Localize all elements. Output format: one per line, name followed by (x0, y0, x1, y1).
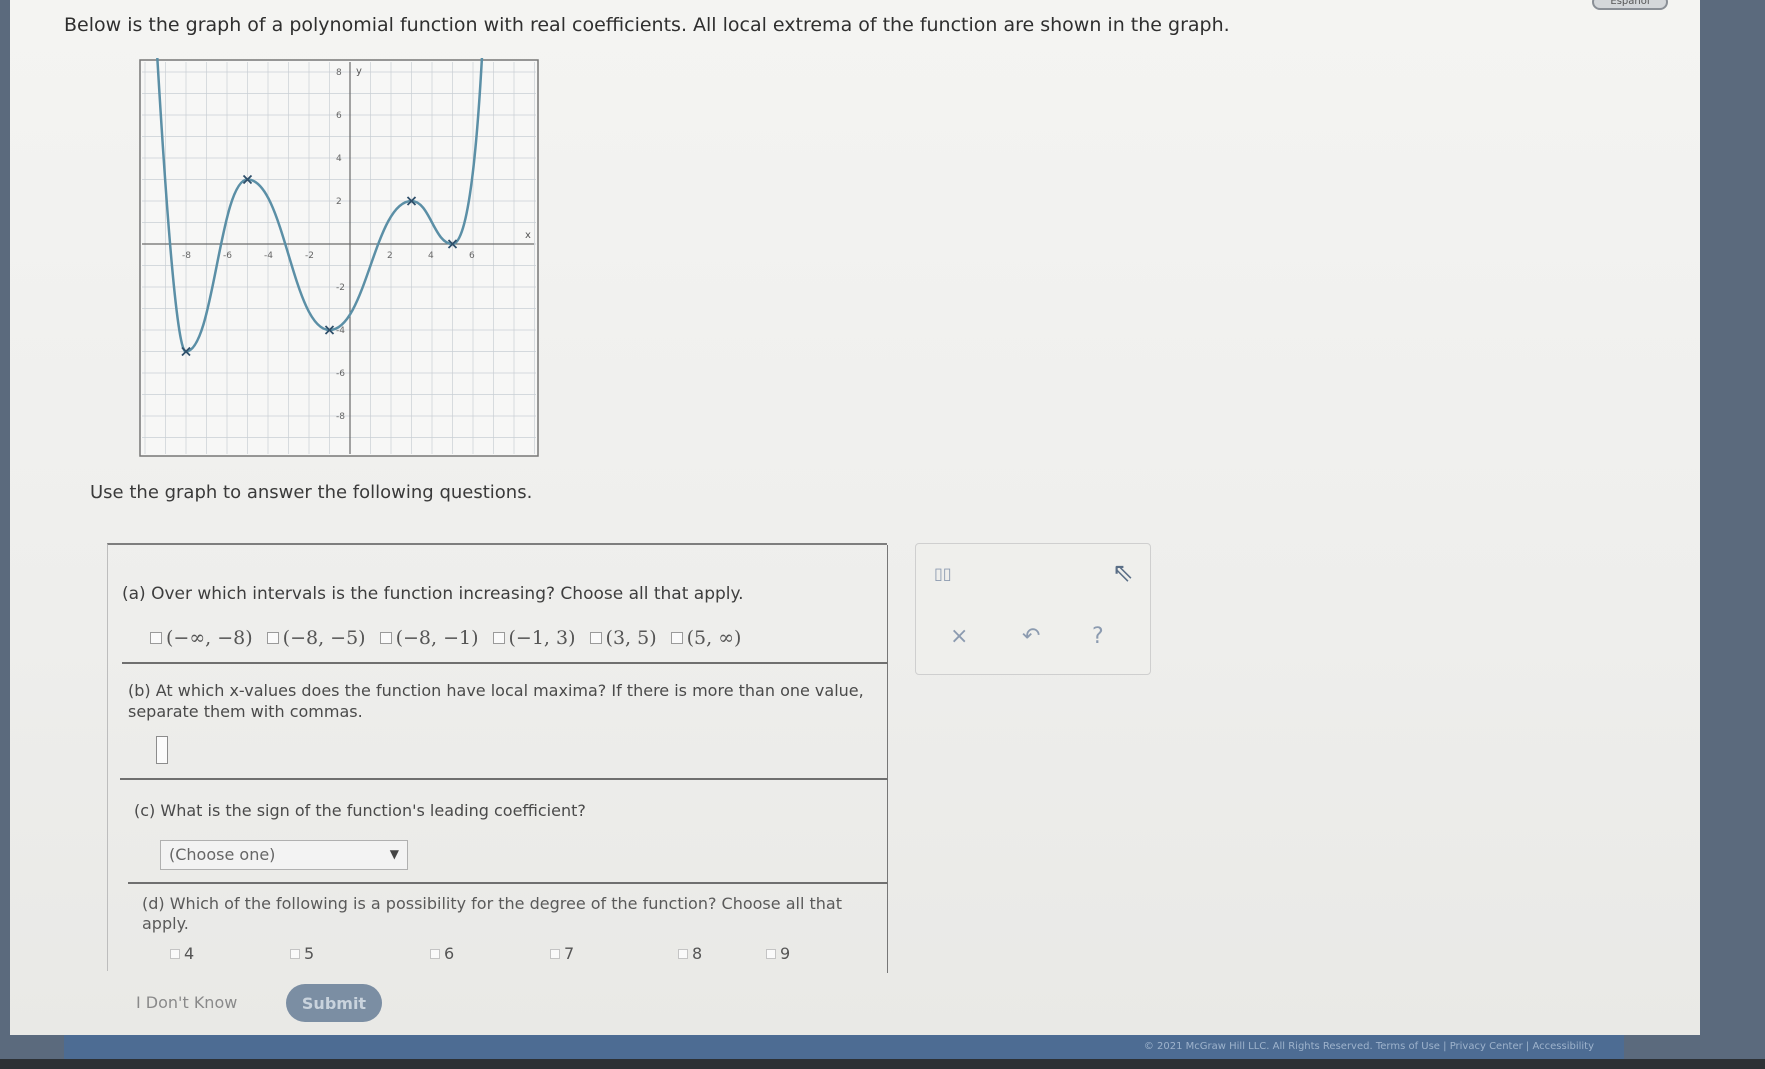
question-a-prompt: (a) Over which intervals is the function… (122, 584, 744, 604)
option-a-2[interactable]: (−8, −5) (266, 627, 366, 649)
option-d-6[interactable]: 6 (430, 944, 454, 963)
x-tick-label: -4 (264, 251, 273, 261)
checkbox[interactable] (150, 632, 162, 644)
instructions: Use the graph to answer the following qu… (90, 482, 533, 503)
submit-button[interactable]: Submit (286, 984, 382, 1022)
fraction-icon[interactable]: ▯▯ (934, 564, 952, 583)
y-tick-label: -2 (336, 283, 345, 293)
y-tick-label: -8 (336, 412, 345, 422)
polynomial-graph: xy -8 -6 -4 -2 2 4 68642-2-4-6-8 (139, 58, 539, 457)
checkbox[interactable] (379, 632, 392, 644)
option-a-1[interactable]: (−∞, −8) (150, 627, 253, 649)
option-d-4[interactable]: 4 (170, 944, 194, 963)
option-a-3[interactable]: (−8, −1) (379, 627, 479, 649)
question-d-prompt: (d) Which of the following is a possibil… (142, 894, 842, 933)
question-a-options: (−∞, −8) (−8, −5) (−8, −1) (−1, 3) (3, 5… (150, 627, 741, 649)
problem-intro: Below is the graph of a polynomial funct… (64, 14, 1230, 36)
checkbox[interactable] (589, 632, 602, 644)
x-tick-label: -6 (223, 251, 232, 261)
undo-icon[interactable]: ↶ (1022, 624, 1040, 649)
question-panel: (a) Over which intervals is the function… (107, 543, 888, 973)
checkbox[interactable] (430, 948, 440, 959)
page: Español Below is the graph of a polynomi… (10, 0, 1700, 1035)
option-a-4[interactable]: (−1, 3) (492, 627, 576, 649)
option-d-8[interactable]: 8 (678, 944, 702, 963)
option-d-5[interactable]: 5 (290, 944, 314, 963)
checkbox[interactable] (678, 948, 688, 959)
clear-icon[interactable]: × (950, 624, 968, 649)
x-axis-label: x (525, 230, 531, 241)
x-tick-label: -8 (182, 251, 191, 261)
language-button[interactable]: Español (1592, 0, 1668, 10)
question-c-prompt: (c) What is the sign of the function's l… (134, 801, 586, 820)
question-a: (a) Over which intervals is the function… (122, 545, 888, 664)
x-tick-label: 6 (469, 251, 475, 261)
option-d-7[interactable]: 7 (550, 944, 574, 963)
taskbar-strip (0, 1059, 1765, 1069)
y-tick-label: 2 (336, 197, 342, 207)
option-a-6[interactable]: (5, ∞) (670, 627, 741, 649)
x-tick-label: -2 (305, 251, 314, 261)
x-tick-label: 4 (428, 251, 434, 261)
checkbox[interactable] (670, 632, 683, 644)
leading-coefficient-select[interactable]: (Choose one) ▼ (160, 840, 408, 870)
help-icon[interactable]: ? (1092, 624, 1104, 649)
checkbox[interactable] (492, 632, 505, 644)
question-b-prompt: (b) At which x-values does the function … (128, 681, 864, 721)
checkbox[interactable] (170, 948, 180, 959)
x-tick-label: 2 (387, 251, 393, 261)
checkbox[interactable] (766, 948, 776, 959)
question-b: (b) At which x-values does the function … (120, 664, 888, 780)
y-tick-label: -6 (336, 369, 345, 379)
checkbox[interactable] (290, 948, 300, 959)
checkbox[interactable] (266, 632, 279, 644)
footer: © 2021 McGraw Hill LLC. All Rights Reser… (64, 1035, 1624, 1059)
answer-input[interactable] (156, 736, 168, 764)
dont-know-button[interactable]: I Don't Know (136, 993, 237, 1012)
y-tick-label: 6 (336, 111, 342, 121)
dropdown-arrow-icon: ▼ (389, 847, 399, 861)
y-axis-label: y (356, 66, 362, 77)
option-d-9[interactable]: 9 (766, 944, 790, 963)
checkbox[interactable] (550, 948, 560, 959)
option-a-5[interactable]: (3, 5) (589, 627, 657, 649)
question-d: (d) Which of the following is a possibil… (130, 884, 888, 973)
math-toolbar: ▯▯ ⇖ × ↶ ? (915, 543, 1151, 675)
y-tick-label: 8 (336, 68, 342, 78)
y-tick-label: 4 (336, 154, 342, 164)
cursor-icon: ⇖ (1112, 558, 1134, 588)
question-c: (c) What is the sign of the function's l… (128, 780, 888, 884)
